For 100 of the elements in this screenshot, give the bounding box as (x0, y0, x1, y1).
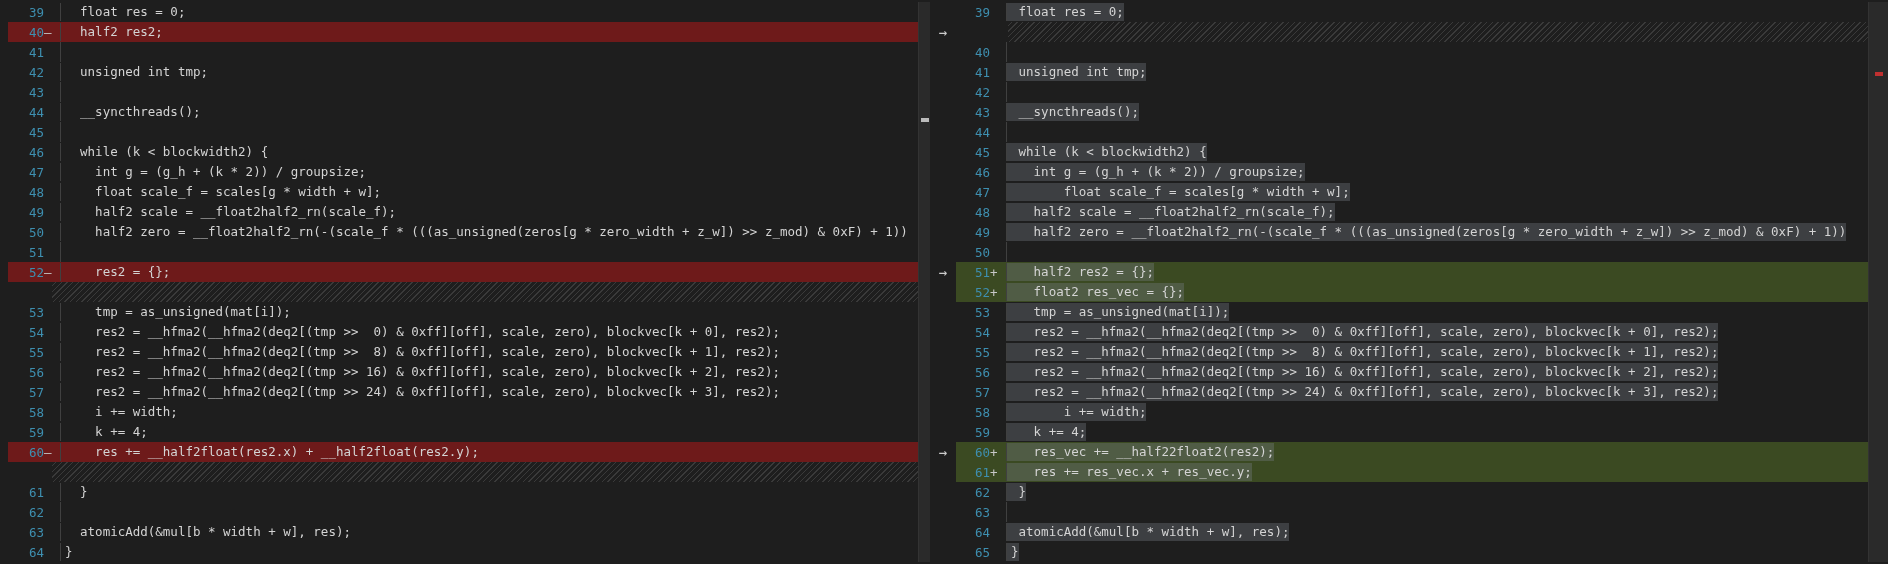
line-number: 52 (973, 284, 990, 300)
line-number: 49 (973, 224, 990, 240)
line-number: 63 (27, 524, 44, 540)
code-text: res2 = __hfma2(__hfma2(deq2[(tmp >> 8) & 0xff][off], scale, zero), blockvec[k + 1], res2); (60, 343, 780, 361)
change-marker: + (990, 444, 999, 460)
line-number: 64 (27, 544, 44, 560)
line-number: 50 (973, 244, 990, 260)
code-text: float res = 0; (1006, 3, 1124, 21)
scrollbar[interactable] (1868, 2, 1888, 562)
line-number: 41 (973, 64, 990, 80)
line-number: 52 (27, 264, 44, 280)
code-text: float scale_f = scales[g * width + w]; (60, 183, 382, 201)
code-text: res2 = __hfma2(__hfma2(deq2[(tmp >> 24) & 0xff][off], scale, zero), blockvec[k + 3], res2); (60, 383, 780, 401)
code-text: res2 = __hfma2(__hfma2(deq2[(tmp >> 0) & 0xff][off], scale, zero), blockvec[k + 0], res2); (60, 323, 780, 341)
line-number: 53 (27, 304, 44, 320)
code-text: __syncthreads(); (1006, 103, 1139, 121)
code-text: i += width; (60, 403, 178, 421)
line-number: 48 (973, 204, 990, 220)
line-number: 56 (973, 364, 990, 380)
line-number: 47 (27, 164, 44, 180)
code-text: res_vec += __half22float2(res2); (1006, 443, 1275, 461)
line-number: 48 (27, 184, 44, 200)
code-text: tmp = as_unsigned(mat[i]); (1006, 303, 1230, 321)
code-text: atomicAdd(&mul[b * width + w], res); (60, 523, 351, 541)
line-number: 46 (27, 144, 44, 160)
code-text: half2 res2; (60, 23, 163, 41)
code-text: half2 zero = __float2half2_rn(-(scale_f * (((as_unsigned(zeros[g * zero_width + z_w]) >> z_mod) & 0xF) + 1)) (60, 223, 908, 241)
line-number: 59 (27, 424, 44, 440)
change-marker: — (44, 444, 53, 460)
line-number: 42 (973, 84, 990, 100)
code-text: float res = 0; (60, 3, 186, 21)
code-text: atomicAdd(&mul[b * width + w], res); (1006, 523, 1290, 541)
scrollbar[interactable] (918, 2, 930, 562)
revert-arrow[interactable]: → (938, 444, 948, 460)
code-text: half2 scale = __float2half2_rn(scale_f); (60, 203, 397, 221)
line-number: 58 (27, 404, 44, 420)
revert-arrow[interactable]: → (938, 24, 948, 40)
line-number: 61 (973, 464, 990, 480)
line-number: 53 (973, 304, 990, 320)
line-number: 65 (973, 544, 990, 560)
line-number: 40 (973, 44, 990, 60)
code-text: int g = (g_h + (k * 2)) / groupsize; (60, 163, 367, 181)
line-number: 60 (27, 444, 44, 460)
code-text: } (1006, 543, 1019, 561)
line-number: 57 (973, 384, 990, 400)
line-number: 43 (27, 84, 44, 100)
code-text: half2 res2 = {}; (1006, 263, 1154, 281)
line-number: 54 (973, 324, 990, 340)
line-number: 56 (27, 364, 44, 380)
code-text: k += 4; (1006, 423, 1087, 441)
code-text: } (60, 483, 88, 501)
code-text: while (k < blockwidth2) { (60, 143, 269, 161)
line-number: 39 (27, 4, 44, 20)
line-number: 64 (973, 524, 990, 540)
line-number: 44 (973, 124, 990, 140)
line-number: 47 (973, 184, 990, 200)
line-number: 51 (27, 244, 44, 260)
line-number: 39 (973, 4, 990, 20)
code-text: res += res_vec.x + res_vec.y; (1006, 463, 1252, 481)
line-number: 42 (27, 64, 44, 80)
code-text: __syncthreads(); (60, 103, 201, 121)
line-number: 62 (27, 504, 44, 520)
code-text: res2 = __hfma2(__hfma2(deq2[(tmp >> 8) & 0xff][off], scale, zero), blockvec[k + 1], res2); (1006, 343, 1719, 361)
code-text: res2 = __hfma2(__hfma2(deq2[(tmp >> 16) & 0xff][off], scale, zero), blockvec[k + 2], res2); (1006, 363, 1719, 381)
line-number: 58 (973, 404, 990, 420)
code-text: unsigned int tmp; (60, 63, 208, 81)
line-number: 59 (973, 424, 990, 440)
change-marker: + (990, 264, 999, 280)
revert-arrow[interactable]: → (938, 264, 948, 280)
line-number: 40 (27, 24, 44, 40)
code-text: res2 = {}; (60, 263, 171, 281)
line-number: 46 (973, 164, 990, 180)
change-marker: + (990, 464, 999, 480)
code-text: unsigned int tmp; (1006, 63, 1147, 81)
line-number: 55 (973, 344, 990, 360)
code-text: res2 = __hfma2(__hfma2(deq2[(tmp >> 0) & 0xff][off], scale, zero), blockvec[k + 0], res2); (1006, 323, 1719, 341)
line-number: 44 (27, 104, 44, 120)
line-number: 43 (973, 104, 990, 120)
code-text: half2 zero = __float2half2_rn(-(scale_f * (((as_unsigned(zeros[g * zero_width + z_w]) >> z_mod) & 0xF) + 1)) (1006, 223, 1847, 241)
line-number: 41 (27, 44, 44, 60)
code-text: float2 res_vec = {}; (1006, 283, 1185, 301)
line-number: 62 (973, 484, 990, 500)
line-number: 49 (27, 204, 44, 220)
code-text: i += width; (1006, 403, 1147, 421)
code-text: float scale_f = scales[g * width + w]; (1006, 183, 1350, 201)
line-number: 50 (27, 224, 44, 240)
code-text: tmp = as_unsigned(mat[i]); (60, 303, 291, 321)
line-number: 61 (27, 484, 44, 500)
line-number: 55 (27, 344, 44, 360)
code-text: } (1006, 483, 1027, 501)
line-number: 51 (973, 264, 990, 280)
code-text: res += __half2float(res2.x) + __half2float(res2.y); (60, 443, 479, 461)
change-marker: — (44, 24, 53, 40)
code-text: half2 scale = __float2half2_rn(scale_f); (1006, 203, 1335, 221)
line-number: 60 (973, 444, 990, 460)
code-text: int g = (g_h + (k * 2)) / groupsize; (1006, 163, 1305, 181)
code-text: k += 4; (60, 423, 148, 441)
line-number: 54 (27, 324, 44, 340)
code-text: while (k < blockwidth2) { (1006, 143, 1207, 161)
line-number: 63 (973, 504, 990, 520)
